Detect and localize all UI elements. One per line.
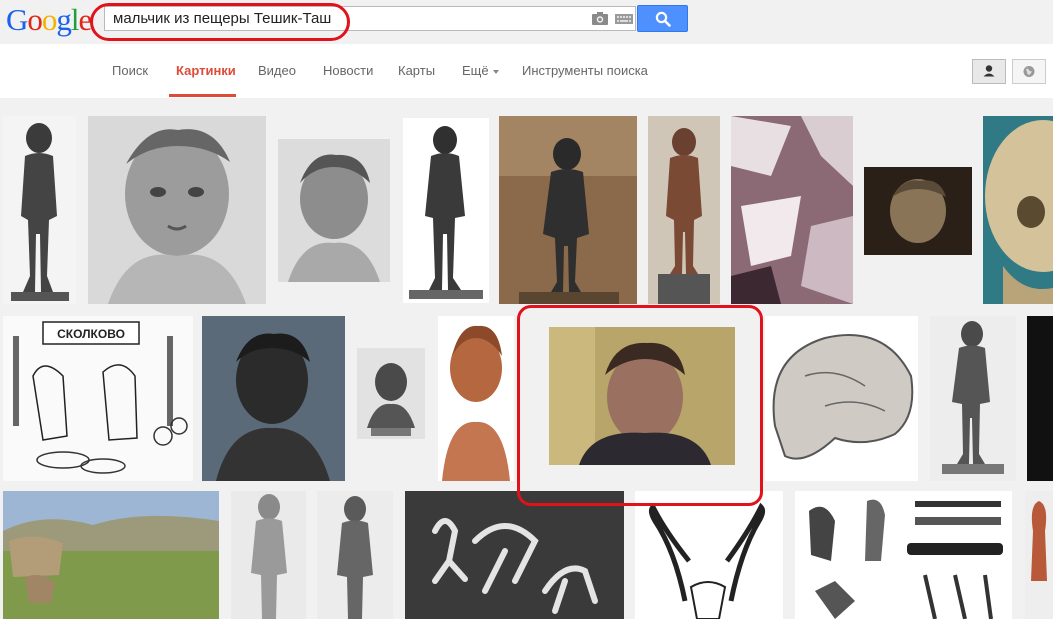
- image-result[interactable]: [231, 491, 306, 619]
- logo-letter: g: [56, 2, 71, 37]
- active-tab-indicator: [169, 94, 236, 97]
- search-icon: [655, 11, 671, 27]
- top-bar: Google: [0, 0, 1053, 44]
- image-result[interactable]: [864, 167, 972, 255]
- image-result[interactable]: [278, 139, 390, 282]
- google-logo[interactable]: Google: [6, 2, 93, 37]
- image-result[interactable]: [930, 316, 1016, 481]
- tab-search-tools[interactable]: Инструменты поиска: [522, 63, 648, 78]
- search-box[interactable]: [104, 6, 636, 31]
- image-result[interactable]: [499, 116, 637, 304]
- logo-letter: G: [6, 2, 28, 37]
- image-result[interactable]: [765, 316, 918, 481]
- image-result[interactable]: [317, 491, 393, 619]
- search-button[interactable]: [637, 5, 688, 32]
- tab-maps[interactable]: Карты: [398, 63, 435, 78]
- globe-icon: [1023, 66, 1035, 77]
- chevron-down-icon: [492, 69, 499, 74]
- image-result[interactable]: [438, 316, 514, 481]
- image-result[interactable]: [983, 116, 1053, 304]
- hide-personal-toggle[interactable]: [1012, 59, 1046, 84]
- image-result[interactable]: [202, 316, 345, 481]
- search-tabs: Поиск Картинки Видео Новости Карты Ещё И…: [0, 44, 1053, 99]
- image-result[interactable]: [403, 118, 489, 303]
- image-result[interactable]: СКОЛКОВО: [3, 316, 193, 481]
- logo-letter: o: [41, 2, 57, 37]
- image-result[interactable]: [405, 491, 624, 619]
- image-result[interactable]: [357, 348, 425, 439]
- image-result[interactable]: [88, 116, 266, 304]
- image-result[interactable]: [549, 327, 735, 465]
- tab-more-label: Ещё: [462, 63, 489, 78]
- tab-video[interactable]: Видео: [258, 63, 296, 78]
- svg-text:СКОЛКОВО: СКОЛКОВО: [57, 327, 125, 341]
- logo-letter: l: [70, 2, 80, 37]
- image-result[interactable]: [731, 116, 853, 304]
- tab-search[interactable]: Поиск: [112, 63, 148, 78]
- image-result[interactable]: [3, 116, 76, 304]
- camera-icon[interactable]: [592, 12, 608, 25]
- tab-news[interactable]: Новости: [323, 63, 373, 78]
- image-result[interactable]: [1027, 316, 1053, 481]
- person-icon: [983, 65, 995, 77]
- personal-results-toggle[interactable]: [972, 59, 1006, 84]
- image-results: СКОЛКОВО: [0, 98, 1053, 619]
- search-input[interactable]: [113, 7, 583, 30]
- keyboard-icon[interactable]: [615, 14, 633, 24]
- image-result[interactable]: [635, 491, 783, 619]
- image-result[interactable]: [3, 491, 219, 619]
- image-result[interactable]: [648, 116, 720, 304]
- logo-letter: o: [27, 2, 42, 37]
- image-result[interactable]: [795, 491, 1012, 619]
- tab-images[interactable]: Картинки: [176, 63, 236, 78]
- logo-letter: e: [78, 2, 93, 37]
- tab-more[interactable]: Ещё: [462, 63, 499, 78]
- image-result[interactable]: [1025, 491, 1053, 619]
